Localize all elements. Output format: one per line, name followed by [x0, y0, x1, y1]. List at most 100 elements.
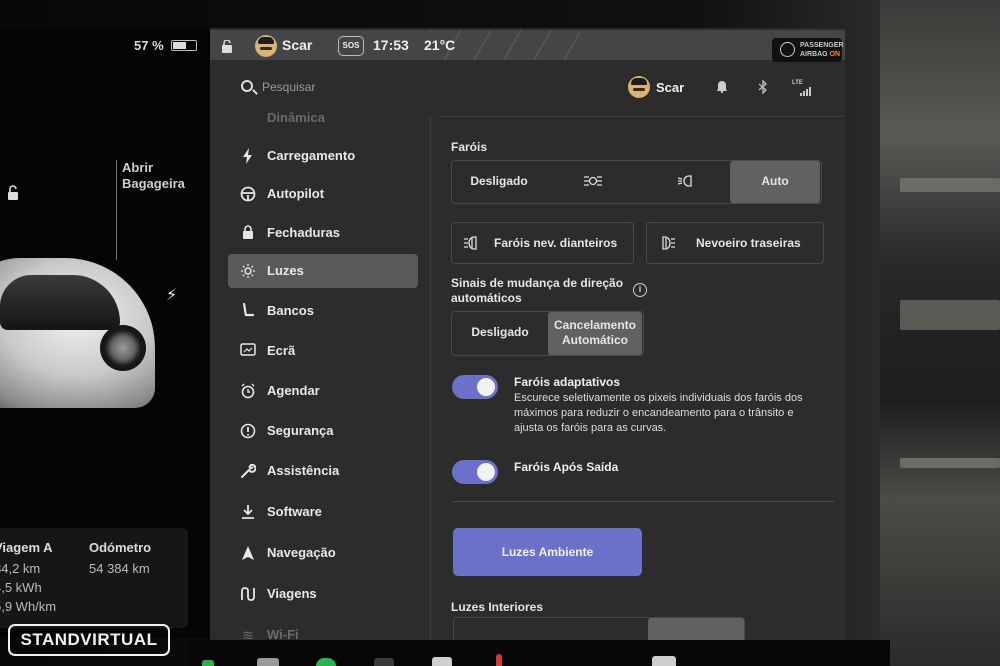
sidebar-item-carregamento[interactable]: Carregamento	[228, 139, 418, 173]
sidebar-item-label: Viagens	[267, 586, 317, 601]
bottom-dock	[190, 640, 890, 666]
battery-percent: 57 %	[134, 38, 164, 53]
sidebar-item-assistencia[interactable]: Assistência	[228, 454, 418, 488]
rear-fog-lights-label: Nevoeiro traseiras	[696, 236, 801, 250]
volume-icon[interactable]	[652, 656, 676, 666]
sidebar-item-label: Dinâmica	[267, 110, 325, 124]
header-divider	[440, 116, 845, 117]
standvirtual-watermark: STANDVIRTUAL	[8, 624, 170, 656]
bluetooth-icon[interactable]	[758, 79, 768, 97]
info-circle-icon	[240, 423, 256, 439]
phone-icon[interactable]	[202, 660, 214, 666]
sidebar-item-autopilot[interactable]: Autopilot	[228, 177, 418, 211]
trip-a-stats: Viagem A 34,2 km 4,5 kWh 5,9 Wh/km	[0, 538, 56, 616]
navigation-arrow-icon	[240, 545, 256, 561]
header-user-avatar[interactable]	[628, 76, 650, 98]
sidebar-item-wifi[interactable]: ≋ Wi-Fi	[228, 618, 418, 640]
sos-button[interactable]: SOS	[338, 36, 364, 56]
sidebar-item-viagens[interactable]: Viagens	[228, 577, 418, 611]
lock-icon	[240, 225, 256, 241]
ambient-lights-button[interactable]: Luzes Ambiente	[453, 528, 642, 576]
status-user-name[interactable]: Scar	[282, 37, 312, 53]
search-input[interactable]	[262, 76, 562, 98]
trunk-pointer-line	[116, 160, 117, 260]
sidebar-item-label: Fechaduras	[267, 225, 340, 240]
bolt-icon	[240, 148, 256, 164]
seat-icon	[240, 302, 256, 319]
search-icon[interactable]	[241, 80, 253, 92]
trip-a-heading: Viagem A	[0, 540, 53, 555]
open-trunk-button[interactable]: Abrir Bagageira	[122, 160, 202, 192]
sidebar-item-navegacao[interactable]: Navegação	[228, 536, 418, 570]
sidebar-item-luzes[interactable]: Luzes	[228, 254, 418, 288]
parking-lights-icon	[582, 174, 604, 191]
sidebar-item-label: Wi-Fi	[267, 627, 299, 640]
odometer-heading: Odómetro	[89, 540, 152, 555]
headlights-auto-option[interactable]: Auto	[730, 161, 820, 203]
wifi-icon: ≋	[242, 627, 254, 640]
interior-lights-title: Luzes Interiores	[451, 600, 544, 614]
sidebar-item-fechaduras[interactable]: Fechaduras	[228, 216, 418, 250]
headlights-mode-selector: Desligado Auto	[451, 160, 822, 204]
sidebar-item-label: Software	[267, 504, 322, 519]
lock-icon[interactable]	[221, 39, 233, 53]
calendar-icon[interactable]	[432, 657, 452, 666]
low-beam-icon	[676, 174, 696, 191]
bell-icon[interactable]	[716, 80, 728, 96]
sidebar-item-dinamica[interactable]: Dinâmica	[228, 106, 418, 124]
lte-label: LTE	[792, 80, 803, 86]
passenger-airbag-indicator: PASSENGER AIRBAG ON	[772, 38, 843, 62]
front-fog-light-icon	[462, 235, 482, 254]
lte-signal-icon: LTE	[792, 80, 814, 96]
sidebar-item-label: Segurança	[267, 423, 334, 438]
user-avatar[interactable]	[255, 35, 277, 57]
turn-signal-auto-cancel-option[interactable]: Cancelamento Automático	[548, 312, 642, 355]
adaptive-headlights-toggle[interactable]	[452, 375, 498, 399]
clock: 17:53	[373, 37, 409, 53]
sidebar-item-seguranca[interactable]: Segurança	[228, 414, 418, 448]
turn-signal-selector: Desligado Cancelamento Automático	[451, 311, 644, 356]
rear-fog-lights-button[interactable]: Nevoeiro traseiras	[646, 222, 824, 264]
airbag-label-line2: AIRBAG	[800, 51, 828, 58]
headlights-parking-option[interactable]	[546, 161, 640, 203]
turn-signal-title-line2: automáticos	[451, 291, 522, 305]
headlights-after-exit-title: Faróis Após Saída	[514, 460, 619, 474]
toybox-icon[interactable]	[496, 654, 502, 666]
outside-temperature: 21°C	[424, 37, 456, 53]
sidebar-item-label: Carregamento	[267, 148, 356, 163]
charge-port-bolt-icon[interactable]: ⚡	[166, 285, 177, 305]
sidebar-item-ecra[interactable]: Ecrã	[228, 334, 418, 368]
battery-icon	[171, 40, 197, 51]
info-icon[interactable]: i	[633, 283, 647, 297]
turn-signal-off-option[interactable]: Desligado	[452, 312, 548, 355]
trip-energy: 4,5 kWh	[0, 580, 42, 595]
sidebar-item-software[interactable]: Software	[228, 495, 418, 529]
sidebar-item-agendar[interactable]: Agendar	[228, 374, 418, 408]
unlock-icon[interactable]	[6, 185, 20, 200]
headlights-low-beam-option[interactable]	[640, 161, 730, 203]
header-user-name[interactable]: Scar	[656, 80, 684, 95]
sidebar-item-bancos[interactable]: Bancos	[228, 294, 418, 328]
sidebar-item-label: Bancos	[267, 303, 314, 318]
headlights-off-option[interactable]: Desligado	[452, 161, 546, 203]
turn-signal-title-line1: Sinais de mudança de direção	[451, 276, 624, 290]
open-trunk-label-line1: Abrir	[122, 160, 154, 175]
display-icon	[240, 343, 256, 359]
car-interior-background	[880, 0, 1000, 666]
headlights-after-exit-toggle[interactable]	[452, 460, 498, 484]
spotify-icon[interactable]	[316, 658, 336, 666]
airbag-state: ON	[829, 51, 841, 58]
airbag-icon	[780, 42, 795, 57]
adaptive-headlights-description: Escurece seletivamente os pixeis individ…	[514, 392, 803, 434]
sidebar-item-label: Navegação	[267, 545, 336, 560]
sidebar-item-label: Agendar	[267, 383, 320, 398]
turn-signal-title: Sinais de mudança de direção automáticos	[451, 276, 623, 306]
route-icon	[240, 586, 256, 602]
wrench-icon	[240, 463, 257, 479]
trip-efficiency: 5,9 Wh/km	[0, 599, 57, 614]
front-fog-lights-button[interactable]: Faróis nev. dianteiros	[451, 222, 634, 264]
trip-distance: 34,2 km	[0, 561, 41, 576]
vehicle-wheel	[100, 325, 146, 371]
app-launcher-icon[interactable]	[257, 658, 279, 666]
camera-icon[interactable]	[374, 658, 394, 666]
